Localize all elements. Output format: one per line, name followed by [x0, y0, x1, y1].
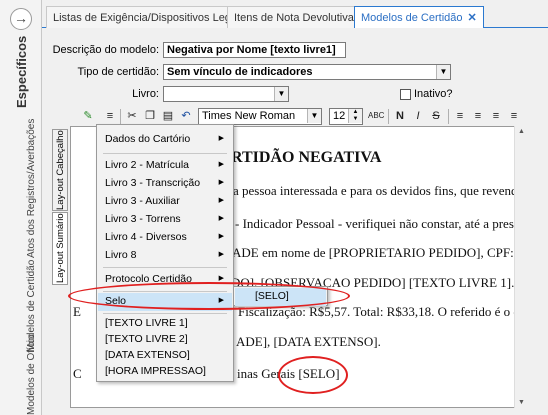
descricao-label: Descrição do modelo:	[52, 44, 159, 56]
cut-icon[interactable]: ✂	[124, 108, 140, 124]
menu-item-livro-3-auxiliar[interactable]: Livro 3 - Auxiliar ▶	[98, 193, 232, 211]
left-nav: → Específicos Atos dos Registros/Averbaç…	[0, 0, 42, 415]
align-right-icon[interactable]: ≡	[488, 108, 504, 124]
tab-label: Lay-out Cabeçalho	[55, 130, 66, 210]
submenu-arrow-icon: ▶	[218, 233, 224, 240]
font-select[interactable]: Times New Roman ▼	[198, 108, 322, 125]
doc-line: ADE], [DATA EXTENSO].	[236, 334, 381, 349]
pencil-icon[interactable]: ✎	[80, 108, 96, 124]
doc-title: RTIDÃO NEGATIVA	[231, 149, 382, 166]
livro-select[interactable]: ▼	[163, 86, 289, 102]
menu-separator	[103, 291, 227, 292]
submenu-selo: [SELO]	[233, 286, 328, 306]
nav-title: Específicos	[14, 35, 29, 108]
menu-item-livro-4[interactable]: Livro 4 - Diversos ▶	[98, 229, 232, 247]
scroll-down-icon[interactable]: ▼	[518, 399, 525, 406]
italic-button[interactable]: I	[410, 108, 426, 124]
menu-item-protocolo-certidao[interactable]: Protocolo Certidão ▶	[98, 271, 232, 289]
submenu-arrow-icon: ▶	[218, 161, 224, 168]
toolbar-separator	[448, 109, 449, 124]
tipo-select[interactable]: Sem vínculo de indicadores ▼	[163, 64, 451, 80]
paste-icon[interactable]: ▤	[160, 108, 176, 124]
submenu-arrow-icon: ▶	[218, 297, 224, 304]
menu-separator	[103, 313, 227, 314]
copy-icon[interactable]: ❐	[142, 108, 158, 124]
strike-button[interactable]: S	[428, 108, 444, 124]
nav-item-atos[interactable]: Atos dos Registros/Averbações	[26, 119, 37, 258]
font-value: Times New Roman	[202, 110, 296, 122]
nav-item-modelos-oficio[interactable]: Modelos de Ofício	[26, 334, 37, 415]
chevron-down-icon[interactable]: ▼	[274, 87, 288, 101]
tab-strip: Listas de Exigência/Dispositivos Legais ✕…	[42, 0, 548, 29]
scroll-up-icon[interactable]: ▲	[518, 128, 525, 135]
menu-separator	[103, 153, 227, 154]
menu-item-livro-3-transcricao[interactable]: Livro 3 - Transcrição ▶	[98, 175, 232, 193]
inativo-checkbox[interactable]	[400, 89, 411, 100]
close-icon[interactable]: ✕	[468, 12, 477, 24]
doc-edge-letter: E	[73, 304, 81, 319]
descricao-field[interactable]: Negativa por Nome [texto livre1]	[163, 42, 346, 58]
tab-itens-nota[interactable]: Itens de Nota Devolutiva✕	[227, 6, 376, 28]
submenu-arrow-icon: ▶	[218, 275, 224, 282]
vertical-scrollbar[interactable]: ▲ ▼	[514, 126, 529, 408]
submenu-arrow-icon: ▶	[218, 135, 224, 142]
doc-line: - Indicador Pessoal - verifiquei não con…	[235, 216, 528, 231]
spellcheck-icon[interactable]: ABC	[368, 108, 384, 124]
doc-line: inas Gerais [SELO]	[237, 366, 340, 381]
undo-icon[interactable]: ↶	[178, 108, 194, 124]
menu-item-selo[interactable]: Selo ▶	[98, 293, 232, 311]
font-size-value: 12	[333, 110, 346, 122]
menu-item-livro-3-torrens[interactable]: Livro 3 - Torrens ▶	[98, 211, 232, 229]
menu-item-dados-cartorio[interactable]: Dados do Cartório ▶	[98, 131, 232, 149]
doc-line: ADE em nome de [PROPRIETARIO PEDIDO], CP…	[232, 245, 514, 260]
tab-label: Modelos de Certidão	[361, 12, 463, 24]
tipo-label: Tipo de certidão:	[77, 66, 159, 78]
toolbar-separator	[388, 109, 389, 124]
menu-item-hora-impressao[interactable]: [HORA IMPRESSAO]	[98, 363, 232, 381]
tab-label: Lay-out Sumário	[55, 213, 66, 283]
tab-modelos-certidao[interactable]: Modelos de Certidão ✕	[354, 6, 484, 29]
toolbar-separator	[120, 109, 121, 124]
tipo-value: Sem vínculo de indicadores	[167, 66, 313, 78]
tab-layout-sumario[interactable]: Lay-out Sumário	[52, 212, 68, 285]
align-justify-icon[interactable]: ≡	[506, 108, 522, 124]
tab-label: Itens de Nota Devolutiva	[234, 12, 354, 24]
menu-separator	[103, 267, 227, 268]
align-left-icon[interactable]: ≡	[452, 108, 468, 124]
submenu-arrow-icon: ▶	[218, 179, 224, 186]
tab-layout-cabecalho[interactable]: Lay-out Cabeçalho	[52, 129, 68, 211]
spinner-arrows-icon[interactable]: ▲ ▼	[348, 109, 362, 123]
tab-label: Listas de Exigência/Dispositivos Legais	[53, 12, 245, 24]
bold-button[interactable]: N	[392, 108, 408, 124]
field-insert-icon[interactable]: ≡	[102, 108, 118, 124]
menu-item-livro-2[interactable]: Livro 2 - Matrícula ▶	[98, 157, 232, 175]
align-center-icon[interactable]: ≡	[470, 108, 486, 124]
doc-edge-letter: C	[73, 366, 82, 381]
doc-line: a pessoa interessada e para os devidos f…	[233, 183, 524, 198]
submenu-arrow-icon: ▶	[218, 251, 224, 258]
back-arrow-icon[interactable]: →	[10, 8, 32, 30]
submenu-item-selo[interactable]: [SELO]	[235, 288, 326, 306]
chevron-down-icon[interactable]: ▼	[307, 109, 321, 123]
context-menu: Dados do Cartório ▶ Livro 2 - Matrícula ▶ …	[96, 124, 234, 382]
livro-label: Livro:	[132, 88, 159, 100]
inativo-label: Inativo?	[414, 88, 453, 100]
menu-item-livro-8[interactable]: Livro 8 ▶	[98, 247, 232, 265]
font-size-spinner[interactable]: 12 ▲ ▼	[329, 108, 363, 125]
chevron-down-icon[interactable]: ▼	[436, 65, 450, 79]
submenu-arrow-icon: ▶	[218, 215, 224, 222]
submenu-arrow-icon: ▶	[218, 197, 224, 204]
doc-line: Fiscalização: R$5,57. Total: R$33,18. O …	[238, 304, 528, 319]
